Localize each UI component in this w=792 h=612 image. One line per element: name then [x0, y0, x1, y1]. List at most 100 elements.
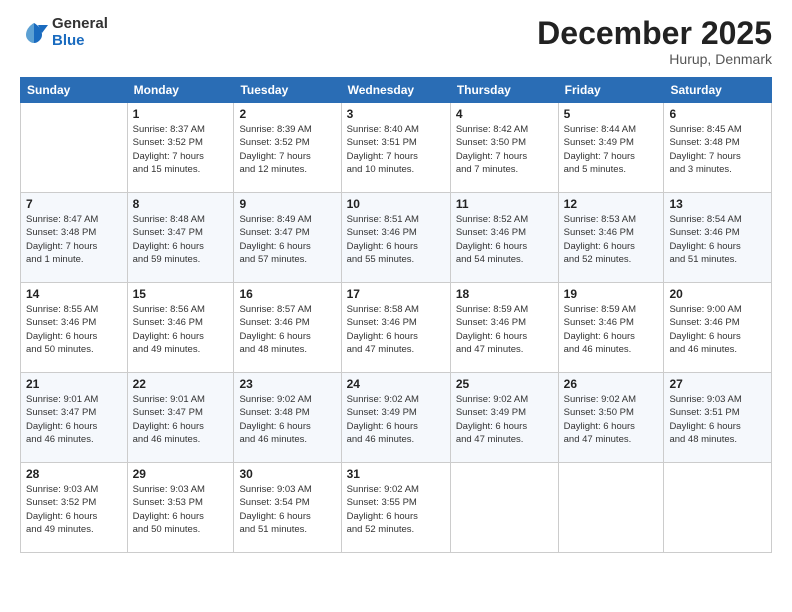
day-number: 30 [239, 467, 335, 481]
day-info: Sunrise: 9:02 AM Sunset: 3:49 PM Dayligh… [456, 393, 553, 446]
calendar-cell: 31 Sunrise: 9:02 AM Sunset: 3:55 PM Dayli… [341, 463, 450, 553]
logo-general: General [52, 16, 108, 33]
location: Hurup, Denmark [537, 51, 772, 67]
day-info: Sunrise: 8:42 AM Sunset: 3:50 PM Dayligh… [456, 123, 553, 176]
day-info: Sunrise: 8:45 AM Sunset: 3:48 PM Dayligh… [669, 123, 766, 176]
day-number: 15 [133, 287, 229, 301]
day-number: 31 [347, 467, 445, 481]
calendar-cell: 20 Sunrise: 9:00 AM Sunset: 3:46 PM Dayli… [664, 283, 772, 373]
calendar-cell: 22 Sunrise: 9:01 AM Sunset: 3:47 PM Dayli… [127, 373, 234, 463]
calendar-cell [21, 103, 128, 193]
calendar-cell: 11Sunrise: 8:52 AM Sunset: 3:46 PM Dayli… [450, 193, 558, 283]
calendar-week-2: 7 Sunrise: 8:47 AM Sunset: 3:48 PM Daylig… [21, 193, 772, 283]
day-info: Sunrise: 8:51 AM Sunset: 3:46 PM Dayligh… [347, 213, 445, 266]
day-info: Sunrise: 9:01 AM Sunset: 3:47 PM Dayligh… [133, 393, 229, 446]
day-info: Sunrise: 9:02 AM Sunset: 3:55 PM Dayligh… [347, 483, 445, 536]
calendar-cell: 15 Sunrise: 8:56 AM Sunset: 3:46 PM Dayli… [127, 283, 234, 373]
day-info: Sunrise: 8:53 AM Sunset: 3:46 PM Dayligh… [564, 213, 659, 266]
day-header-sunday: Sunday [21, 78, 128, 103]
calendar-cell: 7 Sunrise: 8:47 AM Sunset: 3:48 PM Daylig… [21, 193, 128, 283]
calendar-cell [450, 463, 558, 553]
calendar-cell: 27Sunrise: 9:03 AM Sunset: 3:51 PM Dayli… [664, 373, 772, 463]
day-info: Sunrise: 8:58 AM Sunset: 3:46 PM Dayligh… [347, 303, 445, 356]
calendar-cell: 1 Sunrise: 8:37 AM Sunset: 3:52 PM Daylig… [127, 103, 234, 193]
calendar-cell: 24Sunrise: 9:02 AM Sunset: 3:49 PM Dayli… [341, 373, 450, 463]
day-number: 19 [564, 287, 659, 301]
day-info: Sunrise: 9:00 AM Sunset: 3:46 PM Dayligh… [669, 303, 766, 356]
day-number: 28 [26, 467, 122, 481]
day-info: Sunrise: 9:02 AM Sunset: 3:50 PM Dayligh… [564, 393, 659, 446]
day-number: 23 [239, 377, 335, 391]
day-header-friday: Friday [558, 78, 664, 103]
day-info: Sunrise: 9:01 AM Sunset: 3:47 PM Dayligh… [26, 393, 122, 446]
calendar-cell: 3Sunrise: 8:40 AM Sunset: 3:51 PM Daylig… [341, 103, 450, 193]
calendar-cell: 21 Sunrise: 9:01 AM Sunset: 3:47 PM Dayli… [21, 373, 128, 463]
calendar-cell: 29Sunrise: 9:03 AM Sunset: 3:53 PM Dayli… [127, 463, 234, 553]
calendar-cell: 19Sunrise: 8:59 AM Sunset: 3:46 PM Dayli… [558, 283, 664, 373]
day-number: 25 [456, 377, 553, 391]
calendar-header-row: SundayMondayTuesdayWednesdayThursdayFrid… [21, 78, 772, 103]
day-header-saturday: Saturday [664, 78, 772, 103]
calendar-cell: 5 Sunrise: 8:44 AM Sunset: 3:49 PM Daylig… [558, 103, 664, 193]
day-number: 7 [26, 197, 122, 211]
day-number: 5 [564, 107, 659, 121]
calendar-week-5: 28 Sunrise: 9:03 AM Sunset: 3:52 PM Dayli… [21, 463, 772, 553]
day-info: Sunrise: 8:40 AM Sunset: 3:51 PM Dayligh… [347, 123, 445, 176]
month-title: December 2025 [537, 16, 772, 51]
calendar-cell: 23Sunrise: 9:02 AM Sunset: 3:48 PM Dayli… [234, 373, 341, 463]
day-number: 12 [564, 197, 659, 211]
day-info: Sunrise: 8:49 AM Sunset: 3:47 PM Dayligh… [239, 213, 335, 266]
calendar-week-4: 21 Sunrise: 9:01 AM Sunset: 3:47 PM Dayli… [21, 373, 772, 463]
day-number: 17 [347, 287, 445, 301]
page: General Blue December 2025 Hurup, Denmar… [0, 0, 792, 612]
logo-icon [20, 19, 48, 47]
day-info: Sunrise: 8:47 AM Sunset: 3:48 PM Dayligh… [26, 213, 122, 266]
day-info: Sunrise: 8:39 AM Sunset: 3:52 PM Dayligh… [239, 123, 335, 176]
calendar-cell: 26Sunrise: 9:02 AM Sunset: 3:50 PM Dayli… [558, 373, 664, 463]
day-number: 20 [669, 287, 766, 301]
calendar-cell: 10 Sunrise: 8:51 AM Sunset: 3:46 PM Dayli… [341, 193, 450, 283]
calendar-cell: 2 Sunrise: 8:39 AM Sunset: 3:52 PM Daylig… [234, 103, 341, 193]
day-number: 6 [669, 107, 766, 121]
day-info: Sunrise: 8:37 AM Sunset: 3:52 PM Dayligh… [133, 123, 229, 176]
day-number: 10 [347, 197, 445, 211]
day-info: Sunrise: 8:44 AM Sunset: 3:49 PM Dayligh… [564, 123, 659, 176]
day-header-thursday: Thursday [450, 78, 558, 103]
calendar-cell: 12 Sunrise: 8:53 AM Sunset: 3:46 PM Dayli… [558, 193, 664, 283]
calendar-cell: 30 Sunrise: 9:03 AM Sunset: 3:54 PM Dayli… [234, 463, 341, 553]
header: General Blue December 2025 Hurup, Denmar… [20, 16, 772, 67]
calendar-week-1: 1 Sunrise: 8:37 AM Sunset: 3:52 PM Daylig… [21, 103, 772, 193]
day-number: 4 [456, 107, 553, 121]
day-number: 14 [26, 287, 122, 301]
day-number: 11 [456, 197, 553, 211]
calendar-table: SundayMondayTuesdayWednesdayThursdayFrid… [20, 77, 772, 553]
day-number: 2 [239, 107, 335, 121]
day-info: Sunrise: 8:55 AM Sunset: 3:46 PM Dayligh… [26, 303, 122, 356]
day-number: 27 [669, 377, 766, 391]
day-info: Sunrise: 8:54 AM Sunset: 3:46 PM Dayligh… [669, 213, 766, 266]
calendar-cell: 17 Sunrise: 8:58 AM Sunset: 3:46 PM Dayli… [341, 283, 450, 373]
calendar-week-3: 14 Sunrise: 8:55 AM Sunset: 3:46 PM Dayli… [21, 283, 772, 373]
day-info: Sunrise: 9:02 AM Sunset: 3:49 PM Dayligh… [347, 393, 445, 446]
day-info: Sunrise: 8:56 AM Sunset: 3:46 PM Dayligh… [133, 303, 229, 356]
day-number: 1 [133, 107, 229, 121]
day-info: Sunrise: 9:03 AM Sunset: 3:52 PM Dayligh… [26, 483, 122, 536]
calendar-cell: 25 Sunrise: 9:02 AM Sunset: 3:49 PM Dayli… [450, 373, 558, 463]
day-info: Sunrise: 8:59 AM Sunset: 3:46 PM Dayligh… [456, 303, 553, 356]
day-info: Sunrise: 9:03 AM Sunset: 3:53 PM Dayligh… [133, 483, 229, 536]
day-number: 8 [133, 197, 229, 211]
day-info: Sunrise: 8:48 AM Sunset: 3:47 PM Dayligh… [133, 213, 229, 266]
calendar-cell: 8 Sunrise: 8:48 AM Sunset: 3:47 PM Daylig… [127, 193, 234, 283]
day-info: Sunrise: 9:03 AM Sunset: 3:54 PM Dayligh… [239, 483, 335, 536]
day-number: 22 [133, 377, 229, 391]
calendar-cell: 18 Sunrise: 8:59 AM Sunset: 3:46 PM Dayli… [450, 283, 558, 373]
calendar-cell [664, 463, 772, 553]
calendar-cell: 9Sunrise: 8:49 AM Sunset: 3:47 PM Daylig… [234, 193, 341, 283]
day-number: 18 [456, 287, 553, 301]
logo: General Blue [20, 16, 108, 49]
calendar-cell: 16Sunrise: 8:57 AM Sunset: 3:46 PM Dayli… [234, 283, 341, 373]
calendar-cell [558, 463, 664, 553]
calendar-cell: 14 Sunrise: 8:55 AM Sunset: 3:46 PM Dayli… [21, 283, 128, 373]
day-header-tuesday: Tuesday [234, 78, 341, 103]
day-number: 21 [26, 377, 122, 391]
